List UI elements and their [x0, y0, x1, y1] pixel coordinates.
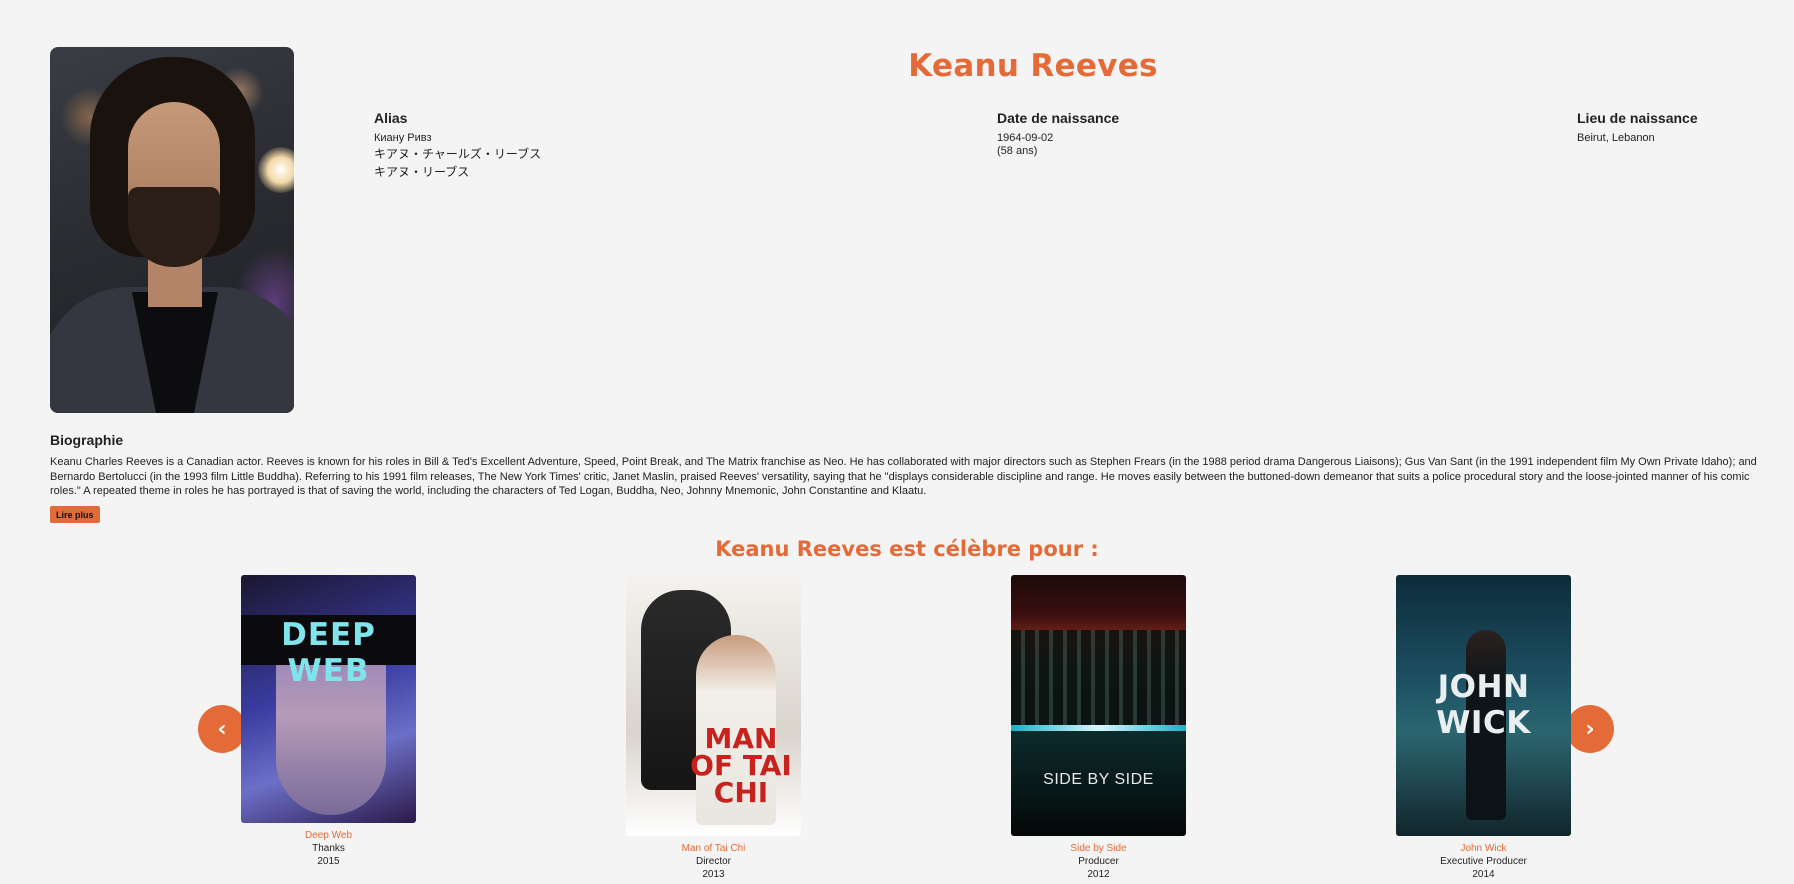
alias-section: Alias Киану Ривз キアヌ・チャールズ・リーブス キアヌ・リーブス: [374, 110, 541, 181]
movie-role: Director: [695, 856, 731, 867]
movie-role: Executive Producer: [1440, 856, 1527, 867]
movie-title-link[interactable]: Side by Side: [1011, 842, 1186, 855]
alias-label: Alias: [374, 110, 408, 126]
movie-year: 2014: [1472, 869, 1495, 880]
known-for-title: Keanu Reeves est célèbre pour :: [715, 537, 1099, 561]
movie-title-link[interactable]: Man of Tai Chi: [626, 842, 801, 855]
biography-text: Keanu Charles Reeves is a Canadian actor…: [50, 456, 1757, 497]
read-more-button[interactable]: Lire plus: [50, 506, 100, 523]
movie-card[interactable]: MAN OF TAI CHI Man of Tai Chi Director 2…: [626, 575, 801, 881]
birthplace-value: Beirut, Lebanon: [1577, 132, 1655, 144]
movie-year: 2013: [702, 869, 725, 880]
birth-age: (58 ans): [997, 145, 1038, 157]
biography-title: Biographie: [50, 432, 124, 448]
carousel-next-button[interactable]: ›: [1566, 705, 1614, 753]
poster-title-text: MAN OF TAI CHI: [690, 722, 792, 809]
actor-photo: [50, 47, 294, 413]
birthplace-section: Lieu de naissance Beirut, Lebanon: [1577, 110, 1698, 145]
carousel-prev-button[interactable]: ‹: [198, 705, 246, 753]
poster-title-text: JOHN WICK: [1436, 669, 1531, 741]
movie-poster[interactable]: SIDE BY SIDE: [1011, 575, 1186, 836]
birth-section: Date de naissance 1964-09-02 (58 ans): [997, 110, 1119, 158]
movie-role: Thanks: [312, 843, 345, 854]
movie-card[interactable]: SIDE BY SIDE Side by Side Producer 2012: [1011, 575, 1186, 881]
birth-date: 1964-09-02: [997, 132, 1054, 144]
movie-role: Producer: [1078, 856, 1119, 867]
birthplace-label: Lieu de naissance: [1577, 110, 1698, 126]
actor-name: Keanu Reeves: [908, 48, 1158, 84]
poster-title-text: DEEP WEB: [281, 617, 376, 689]
alias-value-1: Киану Ривз: [374, 132, 432, 144]
alias-value-3: キアヌ・リーブス: [374, 165, 470, 179]
movie-title-link[interactable]: John Wick: [1396, 842, 1571, 855]
movie-card[interactable]: DEEP WEB Deep Web Thanks 2015: [241, 575, 416, 868]
movie-poster[interactable]: JOHN WICK: [1396, 575, 1571, 836]
movie-year: 2015: [317, 856, 340, 867]
movie-poster[interactable]: MAN OF TAI CHI: [626, 575, 801, 836]
birth-label: Date de naissance: [997, 110, 1120, 126]
alias-value-2: キアヌ・チャールズ・リーブス: [374, 147, 542, 161]
movie-card[interactable]: JOHN WICK John Wick Executive Producer 2…: [1396, 575, 1571, 881]
movie-year: 2012: [1087, 869, 1110, 880]
movie-title-link[interactable]: Deep Web: [241, 829, 416, 842]
poster-title-text: SIDE BY SIDE: [1043, 771, 1154, 788]
movie-poster[interactable]: DEEP WEB: [241, 575, 416, 823]
